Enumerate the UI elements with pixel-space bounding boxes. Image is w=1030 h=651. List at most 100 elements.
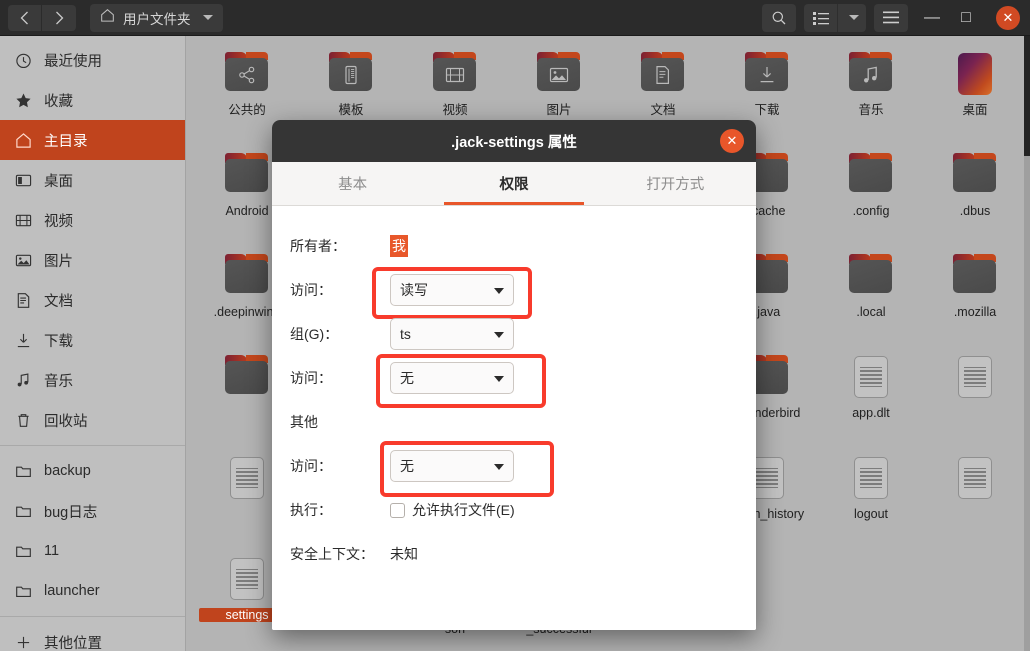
file-icon [534,50,584,98]
document-icon [14,291,32,309]
file-item[interactable]: 桌面 [923,44,1027,145]
sidebar-item-trash[interactable]: 回收站 [0,400,185,440]
view-options-dropdown[interactable] [838,3,866,32]
tab-basic[interactable]: 基本 [272,162,433,205]
file-name-label: app.dlt [852,406,890,420]
plus-icon [14,633,32,651]
file-item[interactable]: .mozilla [923,246,1027,347]
sidebar-item-launcher[interactable]: launcher [0,571,185,611]
window-controls: — □ ✕ [924,5,1020,30]
file-icon [430,50,480,98]
scrollbar-thumb[interactable] [1024,36,1030,156]
owner-access-combobox[interactable]: 读写 [390,274,514,306]
chevron-down-icon [494,464,504,470]
file-item[interactable]: .local [819,246,923,347]
others-access-combobox[interactable]: 无 [390,450,514,482]
file-name-label: 图片 [546,103,572,117]
trash-icon [14,411,32,429]
document-file-icon [230,457,264,499]
chevron-down-icon [494,332,504,338]
file-item[interactable]: app.dlt [819,347,923,448]
sidebar-item-backup[interactable]: backup [0,451,185,491]
file-name-label: logout [853,507,889,521]
file-item[interactable]: .config [819,145,923,246]
folder-icon [326,50,376,98]
vertical-scrollbar[interactable] [1024,36,1030,651]
file-icon [222,555,272,603]
group-combobox[interactable]: ts [390,318,514,350]
sidebar-item-desktop[interactable]: 桌面 [0,160,185,200]
film-icon [14,211,32,229]
sidebar-item-11[interactable]: 11 [0,531,185,571]
sidebar-item-videos[interactable]: 视频 [0,200,185,240]
sidebar-divider [0,445,185,446]
star-icon [14,91,32,109]
sidebar-item-documents[interactable]: 文档 [0,280,185,320]
tab-permissions[interactable]: 权限 [433,162,594,205]
document-file-icon [230,558,264,600]
file-icon [222,454,272,502]
file-icon [326,50,376,98]
file-item[interactable]: 音乐 [819,44,923,145]
execute-row: 执行： 允许执行文件(E) [272,488,756,532]
sidebar-item-music[interactable]: 音乐 [0,360,185,400]
tab-open-with[interactable]: 打开方式 [595,162,756,205]
chevron-down-icon[interactable] [202,15,213,20]
maximize-button[interactable]: □ [958,9,974,26]
sidebar-item-home[interactable]: 主目录 [0,120,185,160]
dialog-close-button[interactable]: ✕ [720,129,744,153]
file-item[interactable] [923,347,1027,448]
sidebar-item-other-locations[interactable]: 其他位置 [0,622,185,651]
close-button[interactable]: ✕ [996,5,1020,30]
sidebar-item-label: 其他位置 [44,635,102,651]
file-icon [846,50,896,98]
dialog-tabs: 基本 权限 打开方式 [272,162,756,206]
file-name-label: 公共的 [228,103,266,117]
sidebar-item-label: 图片 [44,253,73,270]
folder-icon [222,50,272,98]
others-access-label: 访问： [290,458,332,474]
owner-label: 所有者： [290,238,346,254]
sidebar-item-bug-log[interactable]: bug日志 [0,491,185,531]
sidebar-item-label: 最近使用 [44,53,102,70]
breadcrumb-path-button[interactable]: 用户文件夹 [90,3,223,32]
allow-execute-label: 允许执行文件(E) [412,502,515,518]
allow-execute-checkbox[interactable] [390,502,405,518]
group-access-combobox[interactable]: 无 [390,362,514,394]
sidebar-item-downloads[interactable]: 下载 [0,320,185,360]
sidebar-item-recent[interactable]: 最近使用 [0,40,185,80]
group-access-value: 无 [400,370,414,386]
minimize-button[interactable]: — [924,9,940,26]
file-icon [950,353,1000,401]
file-name-label: 音乐 [858,103,884,117]
group-label: 组(G)： [290,326,339,342]
main-menu-button[interactable] [874,3,908,32]
file-item[interactable]: .dbus [923,145,1027,246]
properties-dialog: .jack-settings 属性 ✕ 基本 权限 打开方式 所有者： 我 访问… [272,120,756,630]
back-button[interactable] [8,4,42,31]
forward-button[interactable] [42,4,76,31]
home-icon [14,131,32,149]
chevron-down-icon [494,376,504,382]
sidebar: 最近使用 收藏 主目录 桌面 视频 图片 文档 下载 音乐 回收站 backup… [0,36,186,651]
header-right-controls: — □ ✕ [754,3,1030,32]
sidebar-item-label: 文档 [44,293,73,310]
navigation-buttons [8,4,76,31]
folder-icon [222,151,272,199]
folder-icon [14,502,32,520]
security-context-value: 未知 [390,546,418,562]
file-icon [222,252,272,300]
file-item[interactable] [923,448,1027,549]
document-file-icon [958,356,992,398]
file-item[interactable]: logout [819,448,923,549]
folder-icon [638,50,688,98]
folder-icon [846,151,896,199]
file-icon [950,50,1000,98]
sidebar-item-label: 主目录 [44,133,88,150]
list-view-button[interactable] [804,3,838,32]
document-file-icon [958,457,992,499]
sidebar-item-pictures[interactable]: 图片 [0,240,185,280]
sidebar-item-starred[interactable]: 收藏 [0,80,185,120]
sidebar-item-label: 音乐 [44,373,73,390]
search-button[interactable] [762,3,796,32]
